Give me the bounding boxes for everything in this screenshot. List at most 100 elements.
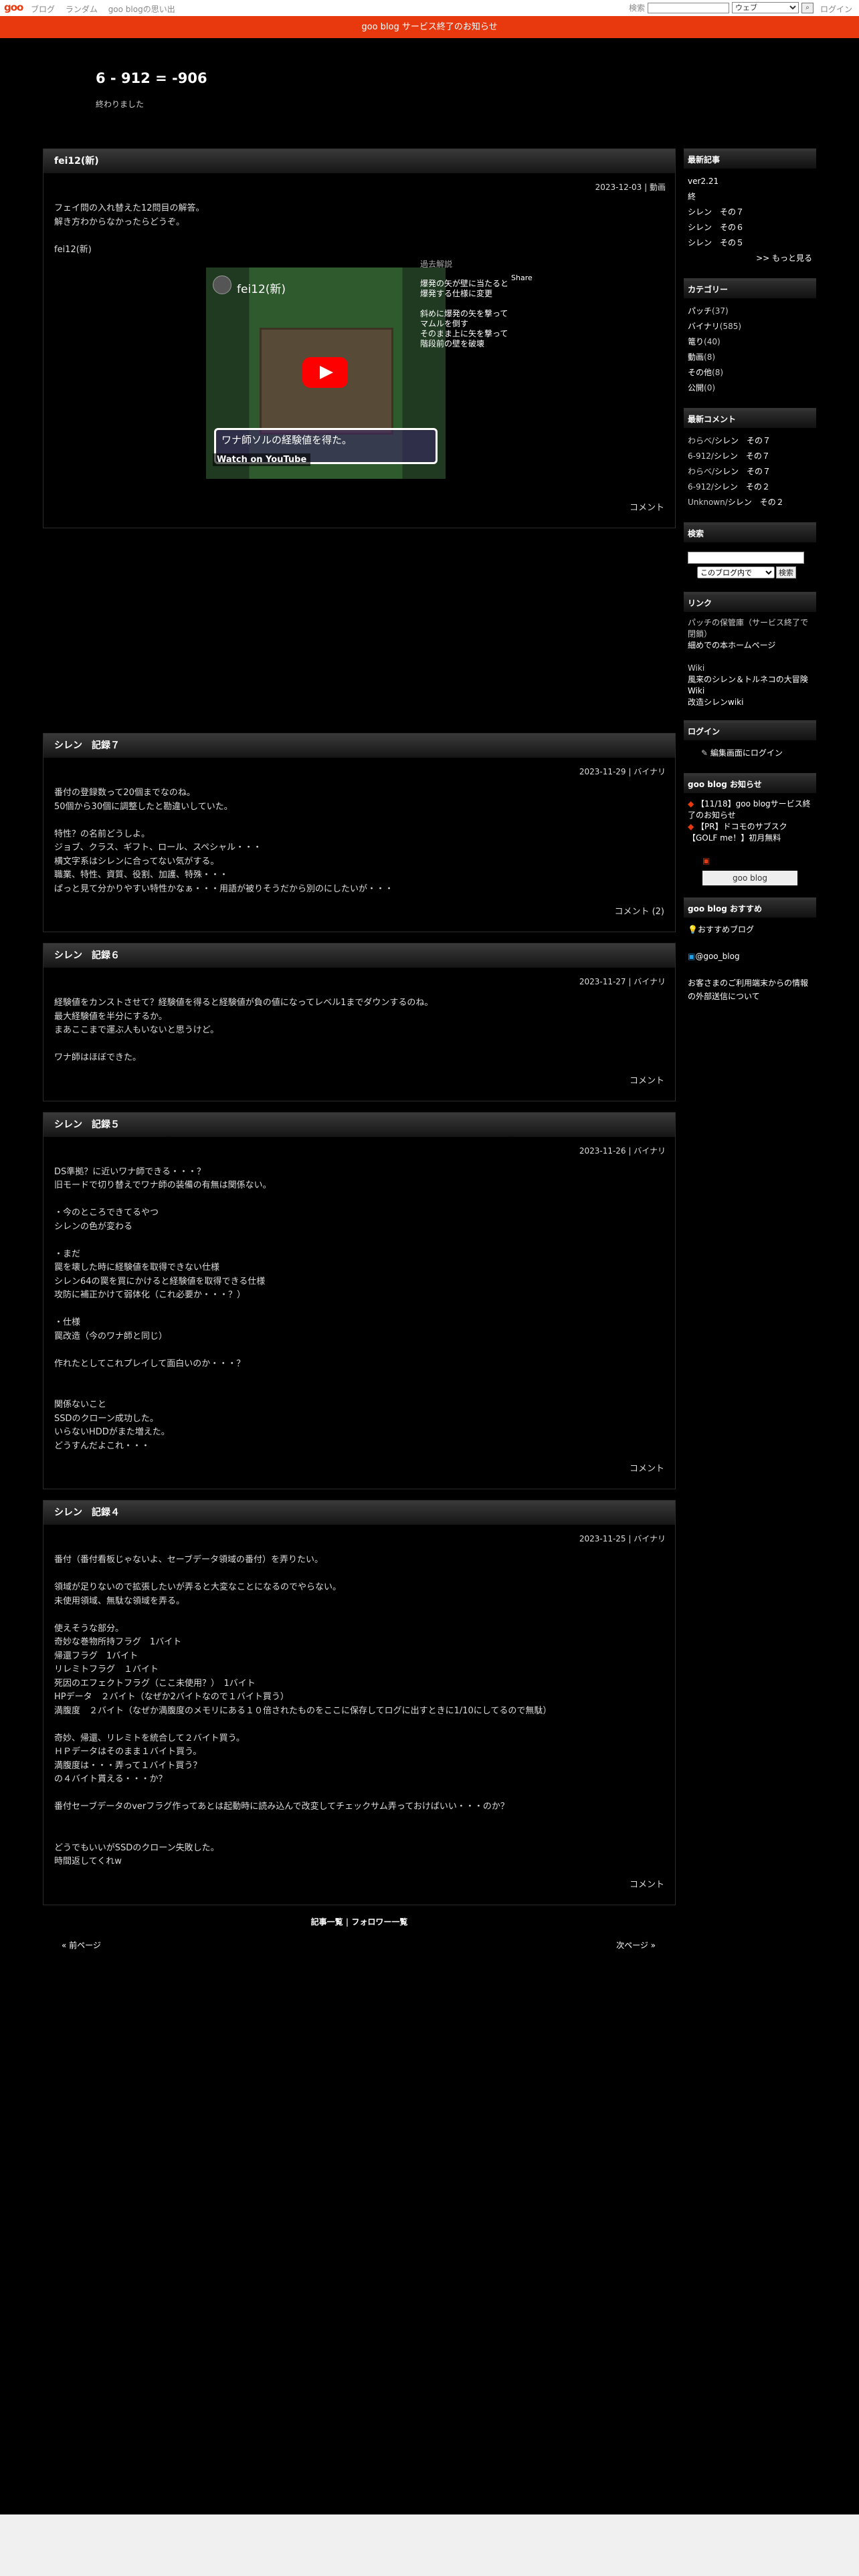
entry-title[interactable]: シレン 記録５ (43, 1112, 675, 1137)
nav-blog[interactable]: ブログ (31, 5, 55, 14)
recommend-link[interactable]: おすすめブログ (698, 925, 754, 934)
entry-line: 経験値をカンストさせて？経験値を得ると経験値が負の値になってレベル1までダウンす… (54, 998, 434, 1008)
video-side-line: 斜めに爆発の矢を撃って (420, 309, 508, 318)
blog-search-button[interactable]: 検索 (776, 566, 796, 578)
category-count: (8) (712, 368, 724, 377)
service-end-link[interactable]: goo blog サービス終了のお知らせ (361, 22, 497, 32)
goo-recommend-title: goo blog おすすめ (684, 900, 816, 918)
entry-line (54, 1608, 664, 1622)
blog-search-title: 検索 (684, 525, 816, 542)
entry-line: 旧モードで切り替えでワナ師の装備の有無は関係ない。 (54, 1180, 272, 1190)
recent-post-link[interactable]: シレン その５ (688, 238, 744, 247)
entry-title[interactable]: シレン 記録７ (43, 734, 675, 758)
comment-author: わらべ/ (688, 467, 715, 476)
comment-link[interactable]: コメント (43, 1453, 675, 1489)
comment-link[interactable]: コメント (43, 492, 675, 528)
comment-post-link[interactable]: シレン その７ (714, 467, 771, 476)
nav-memories[interactable]: goo blogの思い出 (108, 5, 175, 14)
login-link[interactable]: ログイン (820, 3, 852, 15)
wiki-link[interactable]: 改造シレンwiki (688, 697, 743, 707)
news-link[interactable]: 【PR】ドコモのサブスク【GOLF me！】初月無料 (688, 822, 787, 843)
comment-post-link[interactable]: シレン その２ (714, 482, 770, 492)
comment-post-link[interactable]: シレン その２ (728, 498, 784, 507)
prev-page-link[interactable]: « 前ページ (62, 1939, 101, 1951)
play-icon[interactable] (302, 357, 348, 388)
category-link[interactable]: バイナリ (688, 322, 720, 331)
category-link[interactable]: その他 (688, 368, 712, 377)
video-side-line: 爆発する仕様に変更 (420, 289, 493, 298)
wiki-link[interactable]: 風来のシレン＆トルネコの大冒険 Wiki (688, 675, 808, 695)
comment-post-link[interactable]: シレン その７ (714, 436, 771, 445)
entry: fei12(新) 2023-12-03 | 動画 フェイ問の入れ替えた12問目の… (43, 148, 676, 528)
comment-post-link[interactable]: シレン その７ (714, 451, 770, 461)
recent-post-link[interactable]: 終 (688, 192, 696, 201)
channel-avatar (213, 276, 231, 294)
comment-author: 6-912/ (688, 482, 714, 492)
comment-link[interactable]: コメント (2) (43, 896, 675, 932)
entry-line: 作れたとしてこれプレイして面白いのか・・・？ (54, 1358, 246, 1369)
video-title[interactable]: fei12(新) (237, 280, 286, 296)
entry-line: の４バイト貰える・・・か？ (54, 1774, 167, 1784)
blog-title[interactable]: 6 - 912 = -906 (96, 70, 207, 86)
category-count: (0) (704, 383, 716, 393)
news-link[interactable]: 【11/18】goo blogサービス終了のお知らせ (688, 799, 811, 820)
entry-line: 横文字系はシレンに合ってない気がする。 (54, 856, 219, 867)
entry-line (54, 1385, 664, 1399)
search-scope-select[interactable]: ウェブ (732, 2, 799, 13)
entry-line: いらないHDDがまた増えた。 (54, 1427, 170, 1437)
top-search: 検索 ウェブ ⌕ (629, 2, 814, 13)
entry-title[interactable]: fei12(新) (43, 149, 675, 173)
category-link[interactable]: 篭り (688, 337, 704, 346)
share-button[interactable]: Share (511, 273, 533, 283)
twitter-link[interactable]: @goo_blog (695, 952, 739, 961)
recent-post-link[interactable]: シレン その７ (688, 207, 744, 217)
article-list-link[interactable]: 記事一覧 (311, 1917, 343, 1927)
entry-line: 攻防に補正かけて弱体化（これ必要か・・・？） (54, 1290, 246, 1300)
goo-news-title: goo blog お知らせ (684, 776, 816, 793)
sidebar: 最新記事 ver2.21 終 シレン その７ シレン その６ シレン その５ >… (684, 148, 816, 1015)
entry-line: HPデータ ２バイト（なぜか2バイトなので１バイト買う） (54, 1692, 289, 1702)
search-input[interactable] (648, 2, 730, 13)
comment-link[interactable]: コメント (43, 1065, 675, 1101)
rss-icon[interactable]: ▣ (702, 856, 710, 865)
comment-author: わらべ/ (688, 436, 715, 445)
blog-search-scope[interactable]: このブログ内で (697, 566, 775, 578)
entry-title[interactable]: シレン 記録４ (43, 1501, 675, 1525)
entry-body: 番付（番付看板じゃないよ、セーブデータ領域の番付）を弄りたい。 領域が足りないの… (43, 1544, 675, 1869)
recent-post-link[interactable]: ver2.21 (688, 177, 719, 186)
youtube-embed[interactable]: fei12(新) ワナ師ソルの経験値を得た。 Watch on YouTube (206, 267, 446, 479)
goo-logo[interactable]: goo (4, 1, 23, 13)
video-side-lines: 爆発の矢が壁に当たると 爆発する仕様に変更 斜めに爆発の矢を撃って マムルを倒す その… (420, 279, 527, 349)
bottom-links: 記事一覧 | フォロワー一覧 (43, 1916, 676, 1927)
edit-login-link[interactable]: 編集画面にログイン (710, 748, 783, 758)
entry-date: 2023-12-03 | 動画 (595, 183, 666, 192)
category-link[interactable]: パッチ (688, 306, 712, 316)
homepage-link[interactable]: 細めでの本ホームページ (688, 641, 775, 650)
entry-title[interactable]: シレン 記録６ (43, 944, 675, 968)
entry-line: 領域が足りないので拡張したいが弄ると大変なことになるのでやらない。 (54, 1582, 342, 1592)
comment-link[interactable]: コメント (43, 1869, 675, 1905)
more-link[interactable]: >> もっと見る (688, 251, 812, 266)
video-side-line (420, 299, 527, 309)
external-info-link[interactable]: お客さまのご利用端末からの情報の外部送信について (688, 978, 808, 1001)
blog-search-input[interactable] (688, 552, 804, 564)
recent-post-link[interactable]: シレン その６ (688, 223, 744, 232)
goo-blog-button[interactable]: goo blog (702, 871, 797, 885)
nav-random[interactable]: ランダム (66, 5, 98, 14)
category-link[interactable]: 動画 (688, 352, 704, 362)
category-count: (8) (704, 352, 716, 362)
entry-line: 職業、特性、資質、役割、加護、特殊・・・ (54, 870, 229, 880)
entry-line: 時間返してくれw (54, 1856, 122, 1866)
category-link[interactable]: 公開 (688, 383, 704, 393)
entry-line: 50個から30個に調整したと勘違いしていた。 (54, 801, 233, 812)
search-icon[interactable]: ⌕ (801, 2, 814, 13)
links-title: リンク (684, 595, 816, 612)
entry-line: ・仕様 (54, 1317, 81, 1327)
comment-author: 6-912/ (688, 451, 714, 461)
categories-title: カテゴリー (684, 281, 816, 298)
watch-on-youtube[interactable]: Watch on YouTube (213, 453, 311, 466)
next-page-link[interactable]: 次ページ » (616, 1939, 656, 1951)
goo-recommend: goo blog おすすめ 💡おすすめブログ ▣@goo_blog お客さまのご… (684, 897, 816, 1006)
follower-list-link[interactable]: フォロワー一覧 (351, 1917, 407, 1927)
blog-description: 終わりました (96, 100, 145, 109)
